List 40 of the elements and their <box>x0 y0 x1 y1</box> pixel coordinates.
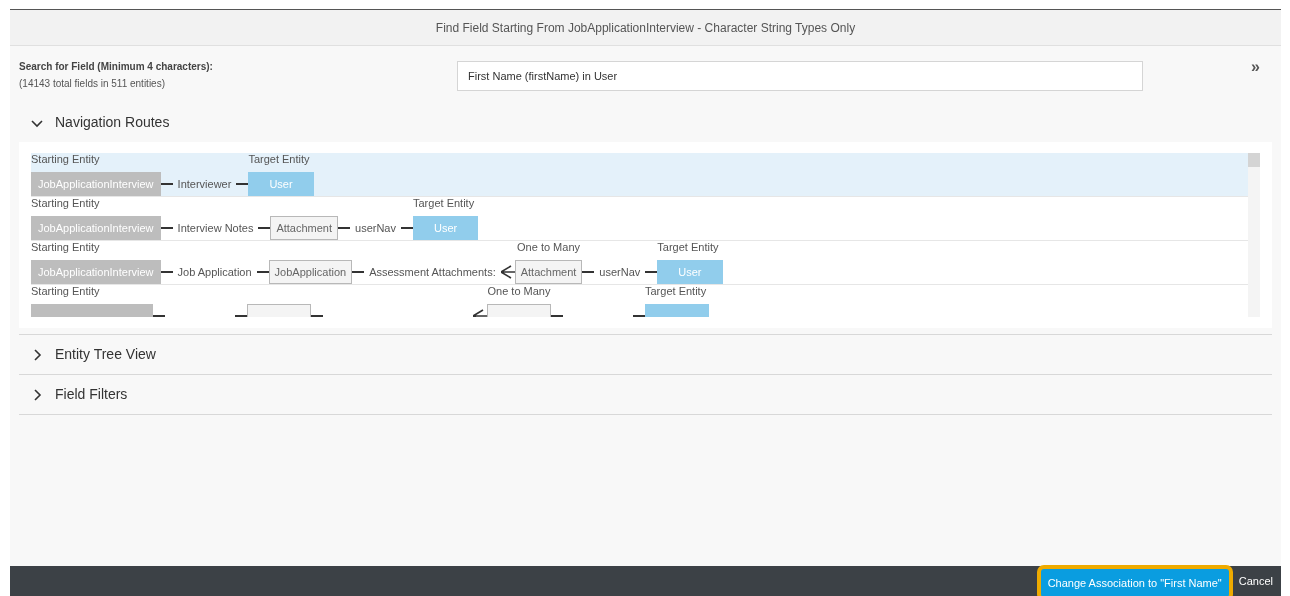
entity-caption: Starting Entity <box>31 153 100 166</box>
target-entity-box: User <box>657 260 723 284</box>
chevron-right-icon <box>31 388 43 401</box>
relation-label: userNav <box>354 220 397 236</box>
route-row[interactable]: Starting Entity JobApplicationInterview Job Application JobApplication Assessment Attachments: One to Many Attachment userNav Target Entity User <box>31 241 1248 285</box>
entity-caption: Target Entity <box>248 153 310 166</box>
scrollbar[interactable] <box>1248 153 1260 317</box>
chevron-right-icon <box>31 348 43 361</box>
target-entity-box: User <box>413 216 479 240</box>
starting-entity-box: JobApplicationInterview <box>31 260 161 284</box>
entity-caption: Target Entity <box>657 240 719 254</box>
starting-entity-box: JobApplicationInterview <box>31 172 161 196</box>
entity-box: JobApplication <box>268 260 353 284</box>
field-count: (14143 total fields in 511 entities) <box>19 77 166 91</box>
section-header[interactable]: Navigation Routes <box>19 103 1272 142</box>
entity-caption: Starting Entity <box>31 284 100 298</box>
relation-label: Assessment Attachments: <box>368 264 497 280</box>
entity-box: Attachment <box>270 216 339 240</box>
relation-label: Job Application <box>176 264 253 280</box>
relation-label: userNav <box>598 264 642 280</box>
entity-caption: One to Many <box>487 284 551 298</box>
expand-button[interactable]: » <box>1251 59 1260 75</box>
entity-caption: Starting Entity <box>31 240 100 254</box>
cancel-button[interactable]: Cancel <box>1236 567 1275 595</box>
entity-caption: Target Entity <box>645 284 707 298</box>
entity-caption: Target Entity <box>413 196 475 210</box>
section-header[interactable]: Entity Tree View <box>19 335 1272 374</box>
target-entity-box: User <box>248 172 314 196</box>
dialog-title: Find Field Starting From JobApplicationInterview - Character String Types Only <box>435 19 856 37</box>
section-header[interactable]: Field Filters <box>19 375 1272 414</box>
entity-caption: One to Many <box>517 240 580 254</box>
entity-box: Attachment <box>514 260 583 284</box>
search-label: Search for Field (Minimum 4 characters): <box>19 60 214 74</box>
relation-label: Interviewer <box>176 176 233 192</box>
relation-label: Interview Notes <box>176 220 255 236</box>
search-field[interactable]: First Name (firstName) in User <box>457 61 1143 91</box>
route-row[interactable]: Starting Entity JobApplicationInterview Interview Notes Attachment userNav Target Entity User <box>31 197 1248 241</box>
route-row[interactable]: Starting Entity JobApplicationInterview Interviewer Target Entity User <box>31 153 1248 197</box>
starting-entity-box: JobApplicationInterview <box>31 216 161 240</box>
entity-caption: Starting Entity <box>31 196 100 210</box>
